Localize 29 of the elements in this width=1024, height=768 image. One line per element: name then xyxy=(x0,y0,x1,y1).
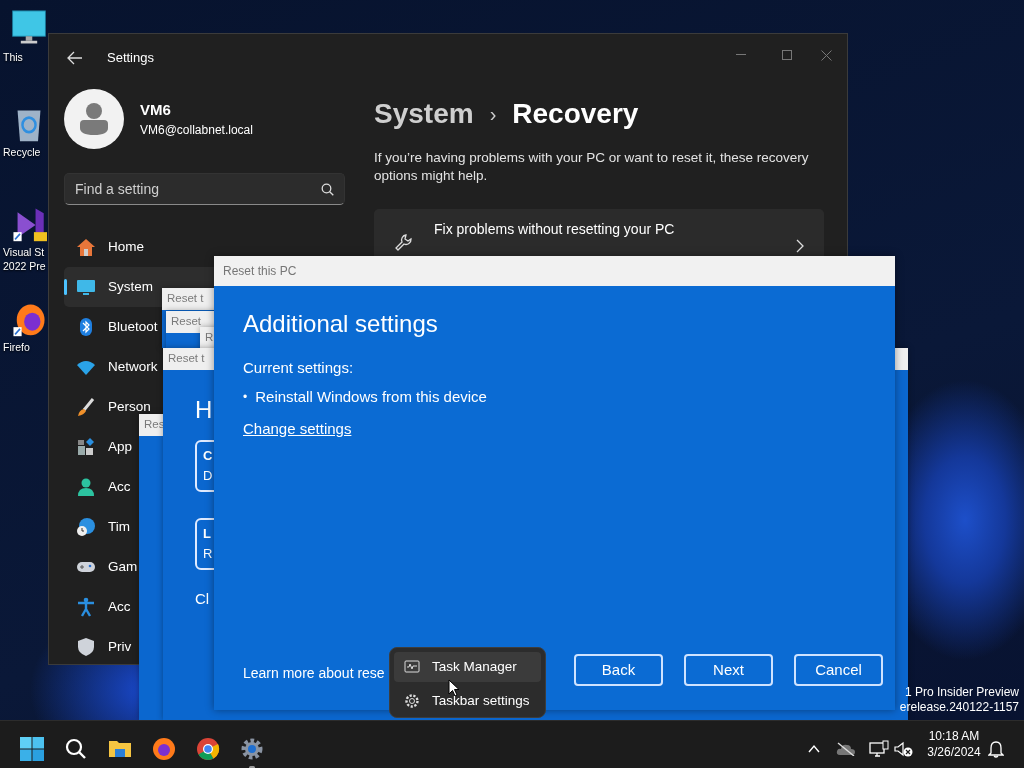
current-settings-label: Current settings: xyxy=(243,359,354,376)
desktop-icon-label: This xyxy=(3,50,23,64)
dialog-title: Reset this PC xyxy=(223,263,297,280)
desktop-icon-label: Recycle xyxy=(3,145,41,159)
page-title: Recovery xyxy=(512,97,639,131)
option-subtitle: D xyxy=(203,467,214,485)
dialog-title: Reset t xyxy=(168,351,205,367)
build-info-text: 1 Pro Insider Preview xyxy=(903,685,1019,700)
desktop-icon-label: Firefo xyxy=(3,340,30,354)
page-description: If you’re having problems with your PC or want to reset it, these recovery options might help. xyxy=(374,149,810,185)
dialog-footer-text: Cl xyxy=(195,589,210,609)
dialog-title: R xyxy=(205,330,214,346)
dialog-title: Reset t xyxy=(167,291,204,307)
card-title: Fix problems without resetting your PC xyxy=(434,220,676,239)
desktop-icon-label: 2022 Pre xyxy=(3,259,46,273)
user-name: VM6 xyxy=(140,99,172,120)
breadcrumb-separator: › xyxy=(489,102,497,127)
option-title: C xyxy=(203,447,214,465)
window-title: Settings xyxy=(107,49,154,68)
dialog-heading: Additional settings xyxy=(243,309,438,339)
dialog-title: Reset xyxy=(171,314,202,330)
option-title: L xyxy=(203,525,212,543)
option-subtitle: R xyxy=(203,545,214,563)
user-email: VM6@collabnet.local xyxy=(140,122,253,140)
bullet: • xyxy=(243,389,248,407)
desktop-icon-label: Visual St xyxy=(3,245,45,259)
dialog-title: Res xyxy=(144,417,165,433)
dialog-heading: H xyxy=(195,395,213,425)
current-setting-item: Reinstall Windows from this device xyxy=(255,387,487,407)
